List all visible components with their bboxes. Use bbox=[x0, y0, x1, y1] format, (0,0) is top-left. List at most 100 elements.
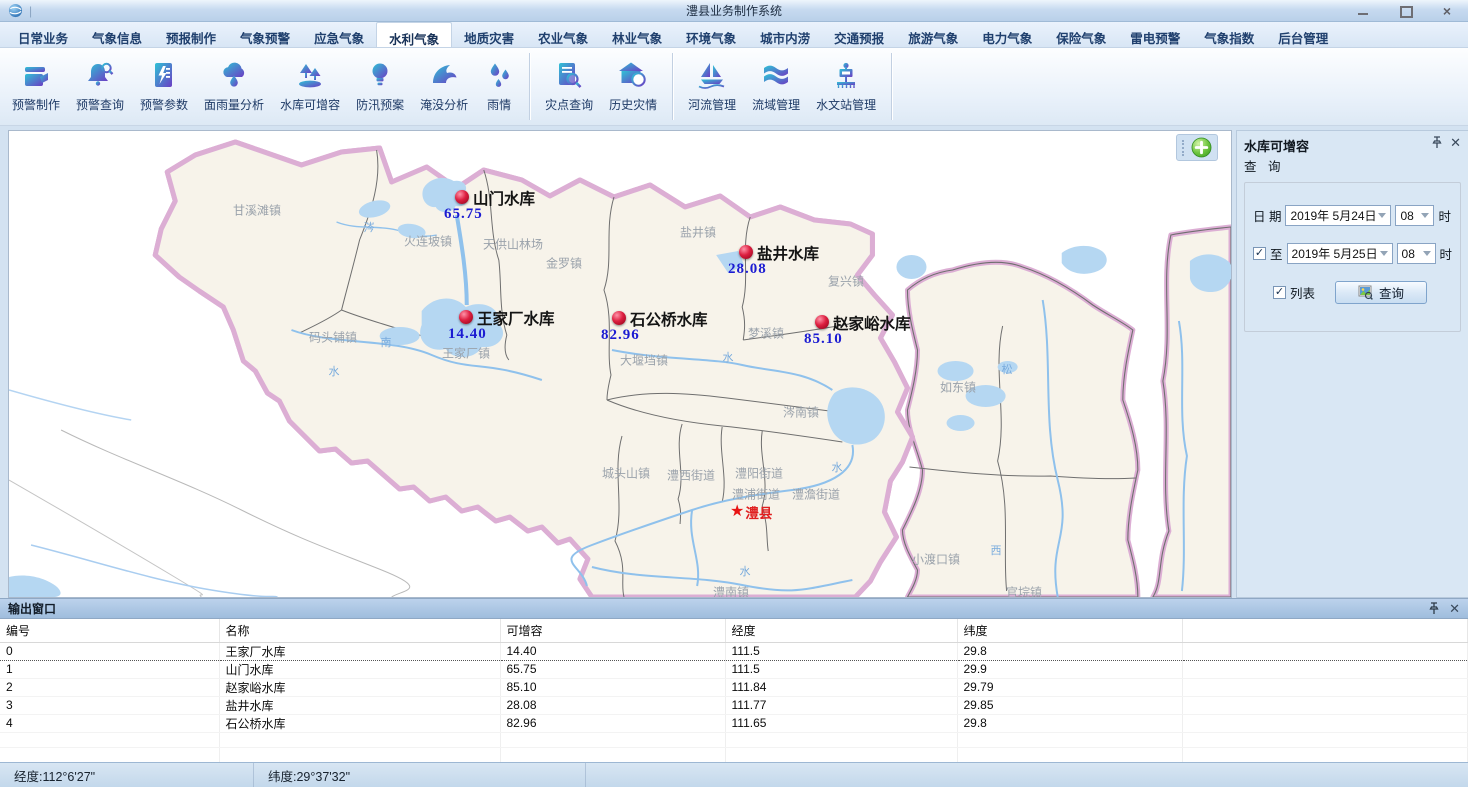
menu-tab-7[interactable]: 农业气象 bbox=[526, 22, 600, 47]
toolbar-button-sailboat[interactable]: 河流管理 bbox=[680, 55, 744, 118]
table-cell bbox=[1182, 696, 1468, 714]
chevron-down-icon bbox=[1423, 251, 1431, 256]
chevron-down-icon bbox=[1421, 213, 1429, 218]
add-overlay-button[interactable] bbox=[1191, 137, 1212, 158]
table-row-2[interactable]: 2赵家峪水库85.10111.8429.79 bbox=[0, 678, 1468, 696]
menu-tab-11[interactable]: 交通预报 bbox=[822, 22, 896, 47]
query-button[interactable]: 查询 bbox=[1335, 281, 1427, 304]
menu-tab-10[interactable]: 城市内涝 bbox=[748, 22, 822, 47]
toolbar-button-station[interactable]: 水文站管理 bbox=[808, 55, 884, 118]
menu-tab-1[interactable]: 气象信息 bbox=[80, 22, 154, 47]
table-cell: 29.79 bbox=[957, 678, 1182, 696]
table-cell: 3 bbox=[0, 696, 219, 714]
menu-tab-2[interactable]: 预报制作 bbox=[154, 22, 228, 47]
hour-from-select[interactable]: 08 bbox=[1395, 205, 1434, 226]
table-row-0[interactable]: 0王家厂水库14.40111.529.8 bbox=[0, 642, 1468, 660]
map-canvas[interactable]: 甘溪滩镇火连坡镇天供山林场金罗镇盐井镇复兴镇码头铺镇王家厂镇梦溪镇大堰垱镇涔南镇… bbox=[8, 130, 1232, 598]
toolbar-button-bell-search[interactable]: 预警查询 bbox=[68, 55, 132, 118]
reservoir-value-label: 82.96 bbox=[601, 327, 640, 344]
reservoir-capacity-panel: 水库可增容 ✕ 查 询 日 期 2019年 5月24日 08 时 bbox=[1236, 130, 1468, 598]
output-column-header[interactable]: 编号 bbox=[0, 619, 219, 642]
table-row-4[interactable]: 4石公桥水库82.96111.6529.8 bbox=[0, 714, 1468, 732]
menu-tab-6[interactable]: 地质灾害 bbox=[452, 22, 526, 47]
date-from-select[interactable]: 2019年 5月24日 bbox=[1285, 205, 1391, 226]
panel-close-icon[interactable]: ✕ bbox=[1450, 137, 1461, 149]
toolbar-button-waves[interactable]: 流域管理 bbox=[744, 55, 808, 118]
date-to-select[interactable]: 2019年 5月25日 bbox=[1287, 243, 1393, 264]
table-row-1[interactable]: 1山门水库65.75111.529.9 bbox=[0, 660, 1468, 678]
output-close-icon[interactable]: ✕ bbox=[1449, 603, 1460, 615]
table-cell bbox=[219, 732, 500, 747]
query-groupbox: 日 期 2019年 5月24日 08 时 至 2019年 5月25日 08 时 bbox=[1244, 182, 1461, 332]
menu-tab-13[interactable]: 电力气象 bbox=[970, 22, 1044, 47]
pin-icon[interactable] bbox=[1429, 602, 1439, 615]
toolbar: 预警制作预警查询预警参数面雨量分析水库可增容防汛预案淹没分析雨情灾点查询历史灾情… bbox=[0, 48, 1468, 126]
bell-search-icon bbox=[85, 60, 115, 90]
chevron-down-icon bbox=[1380, 251, 1388, 256]
toolbar-button-label: 河流管理 bbox=[688, 96, 736, 113]
table-cell: 111.5 bbox=[725, 660, 957, 678]
drag-handle-icon[interactable] bbox=[1182, 140, 1186, 156]
reservoir-value-label: 85.10 bbox=[804, 331, 843, 348]
table-cell: 29.85 bbox=[957, 696, 1182, 714]
menu-tab-14[interactable]: 保险气象 bbox=[1044, 22, 1118, 47]
toolbar-button-label: 预警查询 bbox=[76, 96, 124, 113]
table-cell: 0 bbox=[0, 642, 219, 660]
toolbar-button-cloud-drop[interactable]: 面雨量分析 bbox=[196, 55, 272, 118]
table-cell bbox=[1182, 678, 1468, 696]
output-column-header[interactable] bbox=[1182, 619, 1468, 642]
menu-tab-0[interactable]: 日常业务 bbox=[6, 22, 80, 47]
menu-tab-16[interactable]: 气象指数 bbox=[1192, 22, 1266, 47]
toolbar-button-bulb[interactable]: 防汛预案 bbox=[348, 55, 412, 118]
table-cell: 29.8 bbox=[957, 642, 1182, 660]
table-cell bbox=[0, 747, 219, 762]
reservoir-dot-icon bbox=[612, 311, 626, 325]
maximize-button[interactable] bbox=[1398, 5, 1412, 17]
toolbar-button-doc-search[interactable]: 灾点查询 bbox=[537, 55, 601, 118]
table-cell bbox=[1182, 732, 1468, 747]
panel-query-caption: 查 询 bbox=[1244, 156, 1461, 175]
menu-tab-9[interactable]: 环境气象 bbox=[674, 22, 748, 47]
hour-suffix-label: 时 bbox=[1440, 244, 1453, 263]
pin-icon[interactable] bbox=[1432, 136, 1442, 149]
output-column-header[interactable]: 名称 bbox=[219, 619, 500, 642]
toolbar-button-raindrops[interactable]: 雨情 bbox=[476, 55, 522, 118]
output-column-header[interactable]: 经度 bbox=[725, 619, 957, 642]
table-cell: 14.40 bbox=[500, 642, 725, 660]
menu-tab-4[interactable]: 应急气象 bbox=[302, 22, 376, 47]
menu-tab-15[interactable]: 雷电预警 bbox=[1118, 22, 1192, 47]
menu-tab-3[interactable]: 气象预警 bbox=[228, 22, 302, 47]
raindrops-icon bbox=[484, 60, 514, 90]
list-checkbox[interactable] bbox=[1273, 286, 1286, 299]
table-cell: 111.77 bbox=[725, 696, 957, 714]
output-window-header: 输出窗口 ✕ bbox=[0, 599, 1468, 619]
toolbar-button-trees-water[interactable]: 水库可增容 bbox=[272, 55, 348, 118]
status-longitude: 经度:112°6'27" bbox=[0, 763, 254, 787]
table-cell bbox=[500, 747, 725, 762]
output-column-header[interactable]: 纬度 bbox=[957, 619, 1182, 642]
close-button[interactable]: × bbox=[1440, 5, 1454, 17]
table-row-3[interactable]: 3盐井水库28.08111.7729.85 bbox=[0, 696, 1468, 714]
menu-tab-8[interactable]: 林业气象 bbox=[600, 22, 674, 47]
table-cell: 石公桥水库 bbox=[219, 714, 500, 732]
toolbar-button-alert-edit[interactable]: 预警制作 bbox=[4, 55, 68, 118]
menu-tab-17[interactable]: 后台管理 bbox=[1266, 22, 1340, 47]
trees-water-icon bbox=[295, 60, 325, 90]
menu-tab-12[interactable]: 旅游气象 bbox=[896, 22, 970, 47]
toolbar-button-label: 预警制作 bbox=[12, 96, 60, 113]
alert-edit-icon bbox=[21, 60, 51, 90]
to-checkbox[interactable] bbox=[1253, 247, 1266, 260]
menu-tab-5[interactable]: 水利气象 bbox=[376, 22, 452, 47]
hour-to-select[interactable]: 08 bbox=[1397, 243, 1436, 264]
doc-search-icon bbox=[554, 60, 584, 90]
table-cell: 29.8 bbox=[957, 714, 1182, 732]
toolbar-button-house-clock[interactable]: 历史灾情 bbox=[601, 55, 665, 118]
toolbar-button-label: 流域管理 bbox=[752, 96, 800, 113]
toolbar-separator bbox=[529, 53, 530, 120]
output-column-header[interactable]: 可增容 bbox=[500, 619, 725, 642]
table-cell: 85.10 bbox=[500, 678, 725, 696]
toolbar-button-wave[interactable]: 淹没分析 bbox=[412, 55, 476, 118]
table-cell: 赵家峪水库 bbox=[219, 678, 500, 696]
minimize-button[interactable] bbox=[1356, 5, 1370, 17]
toolbar-button-doc-bolt[interactable]: 预警参数 bbox=[132, 55, 196, 118]
